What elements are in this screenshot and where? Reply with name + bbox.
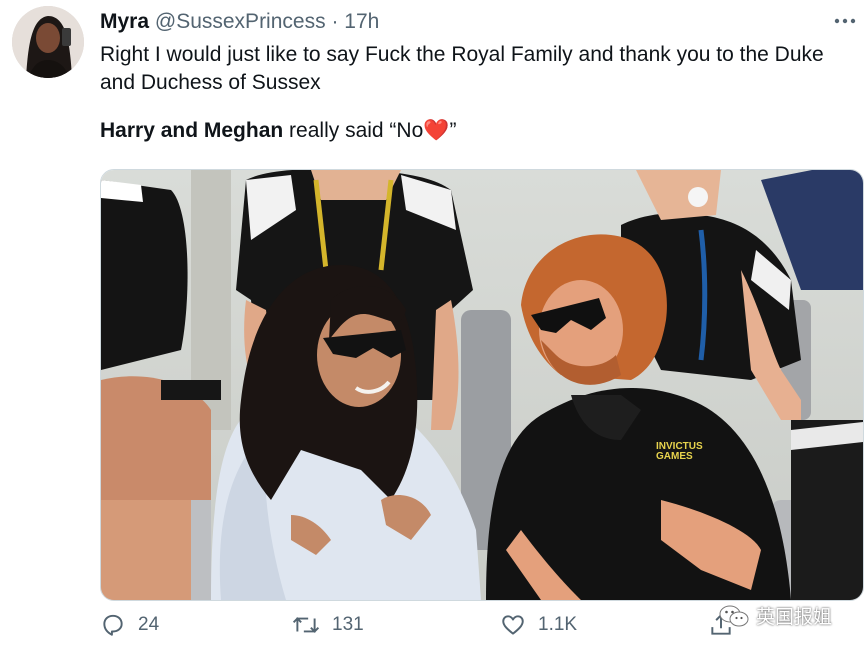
reply-icon <box>103 614 123 636</box>
heart-emoji: ❤️ <box>423 119 450 142</box>
retweet-icon <box>292 617 320 633</box>
reply-button[interactable]: 24 <box>100 612 159 638</box>
tweet-text-line-2: Harry and Meghan really said “No❤️” <box>100 117 840 145</box>
tweet-header: Myra @SussexPrincess · 17h <box>100 10 379 34</box>
tweet-text: Right I would just like to say Fuck the … <box>100 41 840 145</box>
text-part-2: really said “No <box>283 119 424 142</box>
retweet-button[interactable]: 131 <box>292 612 364 638</box>
media-photo <box>101 170 863 600</box>
wechat-icon <box>719 605 749 626</box>
more-horizontal-icon <box>834 18 856 24</box>
retweet-count: 131 <box>332 614 364 635</box>
watermark: 英国报姐 <box>718 602 832 629</box>
like-count: 1.1K <box>538 614 578 635</box>
separator-dot: · <box>331 10 339 33</box>
display-name[interactable]: Myra <box>100 10 149 33</box>
watermark-text: 英国报姐 <box>756 607 833 628</box>
tweet-media[interactable]: INVICTUS GAMES <box>100 169 864 601</box>
user-handle[interactable]: @SussexPrincess <box>155 10 326 33</box>
mention-bold: Harry and Meghan <box>100 119 284 142</box>
more-options-button[interactable] <box>830 6 860 36</box>
shirt-logo-text: INVICTUS GAMES <box>656 441 703 462</box>
tweet-text-line-1: Right I would just like to say Fuck the … <box>100 43 824 94</box>
reply-count: 24 <box>138 614 160 635</box>
like-button[interactable]: 1.1K <box>500 612 577 638</box>
avatar-photo <box>12 6 84 78</box>
avatar[interactable] <box>12 6 84 78</box>
heart-icon <box>502 615 524 635</box>
text-part-3: ” <box>449 119 457 142</box>
timestamp[interactable]: 17h <box>344 10 379 33</box>
